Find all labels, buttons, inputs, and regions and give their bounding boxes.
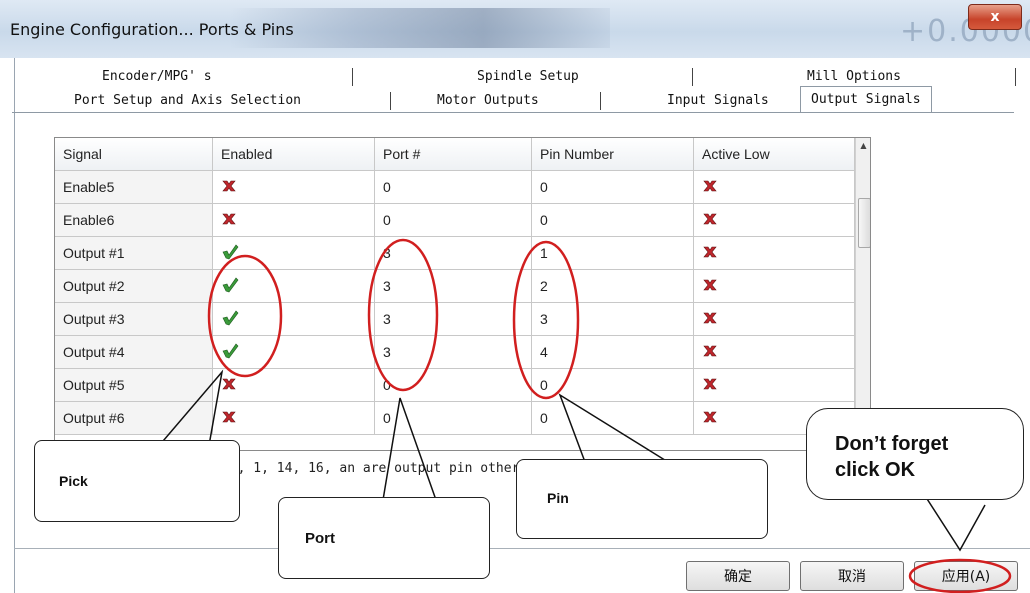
annotation-ellipse-enabled <box>207 254 283 378</box>
callout-pick: Pick <box>34 440 240 522</box>
callout-pin-label: Pin <box>547 490 569 506</box>
callout-reminder-line2: click OK <box>835 459 916 481</box>
annotation-ellipse-apply <box>908 558 1012 593</box>
pin-callout-pointer <box>558 393 669 463</box>
callout-port-label: Port <box>305 530 335 547</box>
callout-pin: Pin <box>516 459 768 539</box>
callout-reminder-line1: Don’t forget <box>835 433 949 455</box>
callout-pick-label: Pick <box>59 473 88 489</box>
callout-reminder: Don’t forget click OK <box>806 408 1024 500</box>
annotation-ellipse-pin <box>512 240 580 400</box>
callout-port: Port <box>278 497 490 579</box>
port-callout-pointer <box>382 397 437 501</box>
annotation-ellipse-port <box>367 238 439 392</box>
